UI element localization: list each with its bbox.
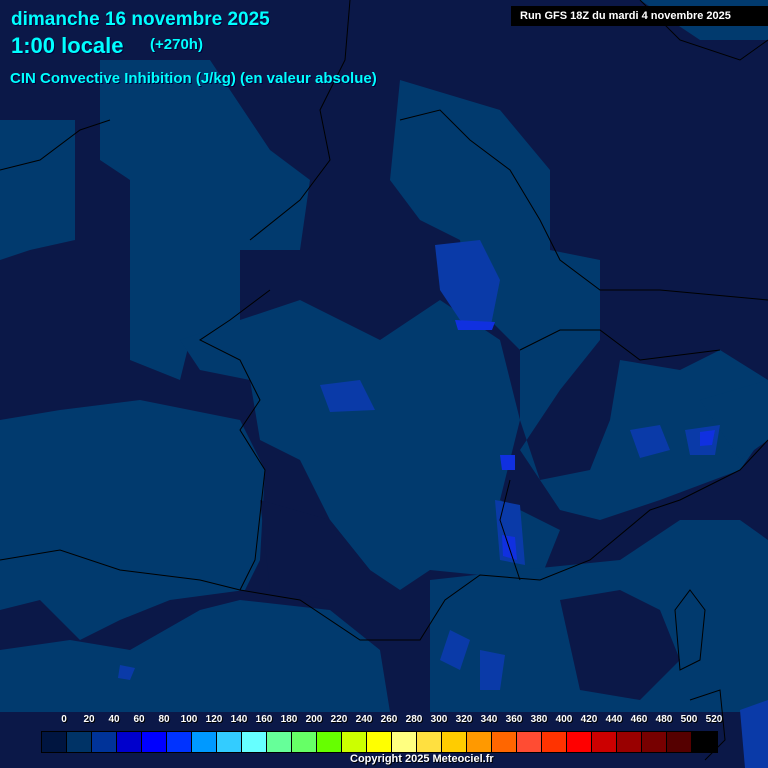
copyright: Copyright 2025 Meteociel.fr <box>350 753 494 765</box>
legend-swatch <box>317 732 342 752</box>
legend-label: 520 <box>705 714 723 725</box>
legend-label: 200 <box>305 714 323 725</box>
legend-swatch <box>642 732 667 752</box>
legend-swatch <box>292 732 317 752</box>
legend-label: 420 <box>580 714 598 725</box>
legend-swatch <box>167 732 192 752</box>
legend-label: 280 <box>405 714 423 725</box>
lead-time: (+270h) <box>150 36 203 53</box>
legend-label: 360 <box>505 714 523 725</box>
legend-label: 480 <box>655 714 673 725</box>
legend-label: 260 <box>380 714 398 725</box>
legend-label: 180 <box>280 714 298 725</box>
legend-swatch <box>142 732 167 752</box>
parameter-title: CIN Convective Inhibition (J/kg) (en val… <box>10 70 377 87</box>
legend-label: 500 <box>680 714 698 725</box>
legend-label: 140 <box>230 714 248 725</box>
legend-swatch <box>417 732 442 752</box>
legend-swatch <box>192 732 217 752</box>
legend-label: 100 <box>180 714 198 725</box>
legend-swatch <box>117 732 142 752</box>
legend-label: 0 <box>61 714 67 725</box>
cin-20-40-areas <box>0 0 768 712</box>
legend-label: 300 <box>430 714 448 725</box>
run-info: Run GFS 18Z du mardi 4 novembre 2025 <box>511 6 768 26</box>
legend-swatch <box>92 732 117 752</box>
legend-label: 320 <box>455 714 473 725</box>
color-legend <box>41 731 718 753</box>
legend-swatch <box>67 732 92 752</box>
legend-swatch <box>542 732 567 752</box>
legend-swatch <box>242 732 267 752</box>
legend-swatch <box>517 732 542 752</box>
forecast-date: dimanche 16 novembre 2025 <box>11 9 270 30</box>
legend-label: 220 <box>330 714 348 725</box>
legend-label: 160 <box>255 714 273 725</box>
legend-swatch <box>367 732 392 752</box>
legend-label: 380 <box>530 714 548 725</box>
legend-swatch <box>217 732 242 752</box>
legend-swatch <box>442 732 467 752</box>
legend-label: 80 <box>158 714 170 725</box>
legend-label: 20 <box>83 714 95 725</box>
legend-swatch <box>567 732 592 752</box>
legend-swatch <box>342 732 367 752</box>
forecast-map[interactable] <box>0 0 768 768</box>
legend-swatch <box>617 732 642 752</box>
legend-label: 460 <box>630 714 648 725</box>
legend-label: 40 <box>108 714 120 725</box>
legend-label: 120 <box>205 714 223 725</box>
cin-map-view: dimanche 16 novembre 2025 1:00 locale (+… <box>0 0 768 768</box>
legend-swatch <box>692 732 717 752</box>
legend-swatch <box>492 732 517 752</box>
legend-label: 60 <box>133 714 145 725</box>
legend-swatch <box>592 732 617 752</box>
legend-label: 400 <box>555 714 573 725</box>
legend-swatch <box>42 732 67 752</box>
legend-swatch <box>667 732 692 752</box>
forecast-hour: 1:00 locale <box>11 33 124 58</box>
legend-swatch <box>467 732 492 752</box>
legend-label: 240 <box>355 714 373 725</box>
legend-label: 440 <box>605 714 623 725</box>
legend-swatch <box>267 732 292 752</box>
legend-swatch <box>392 732 417 752</box>
legend-label: 340 <box>480 714 498 725</box>
